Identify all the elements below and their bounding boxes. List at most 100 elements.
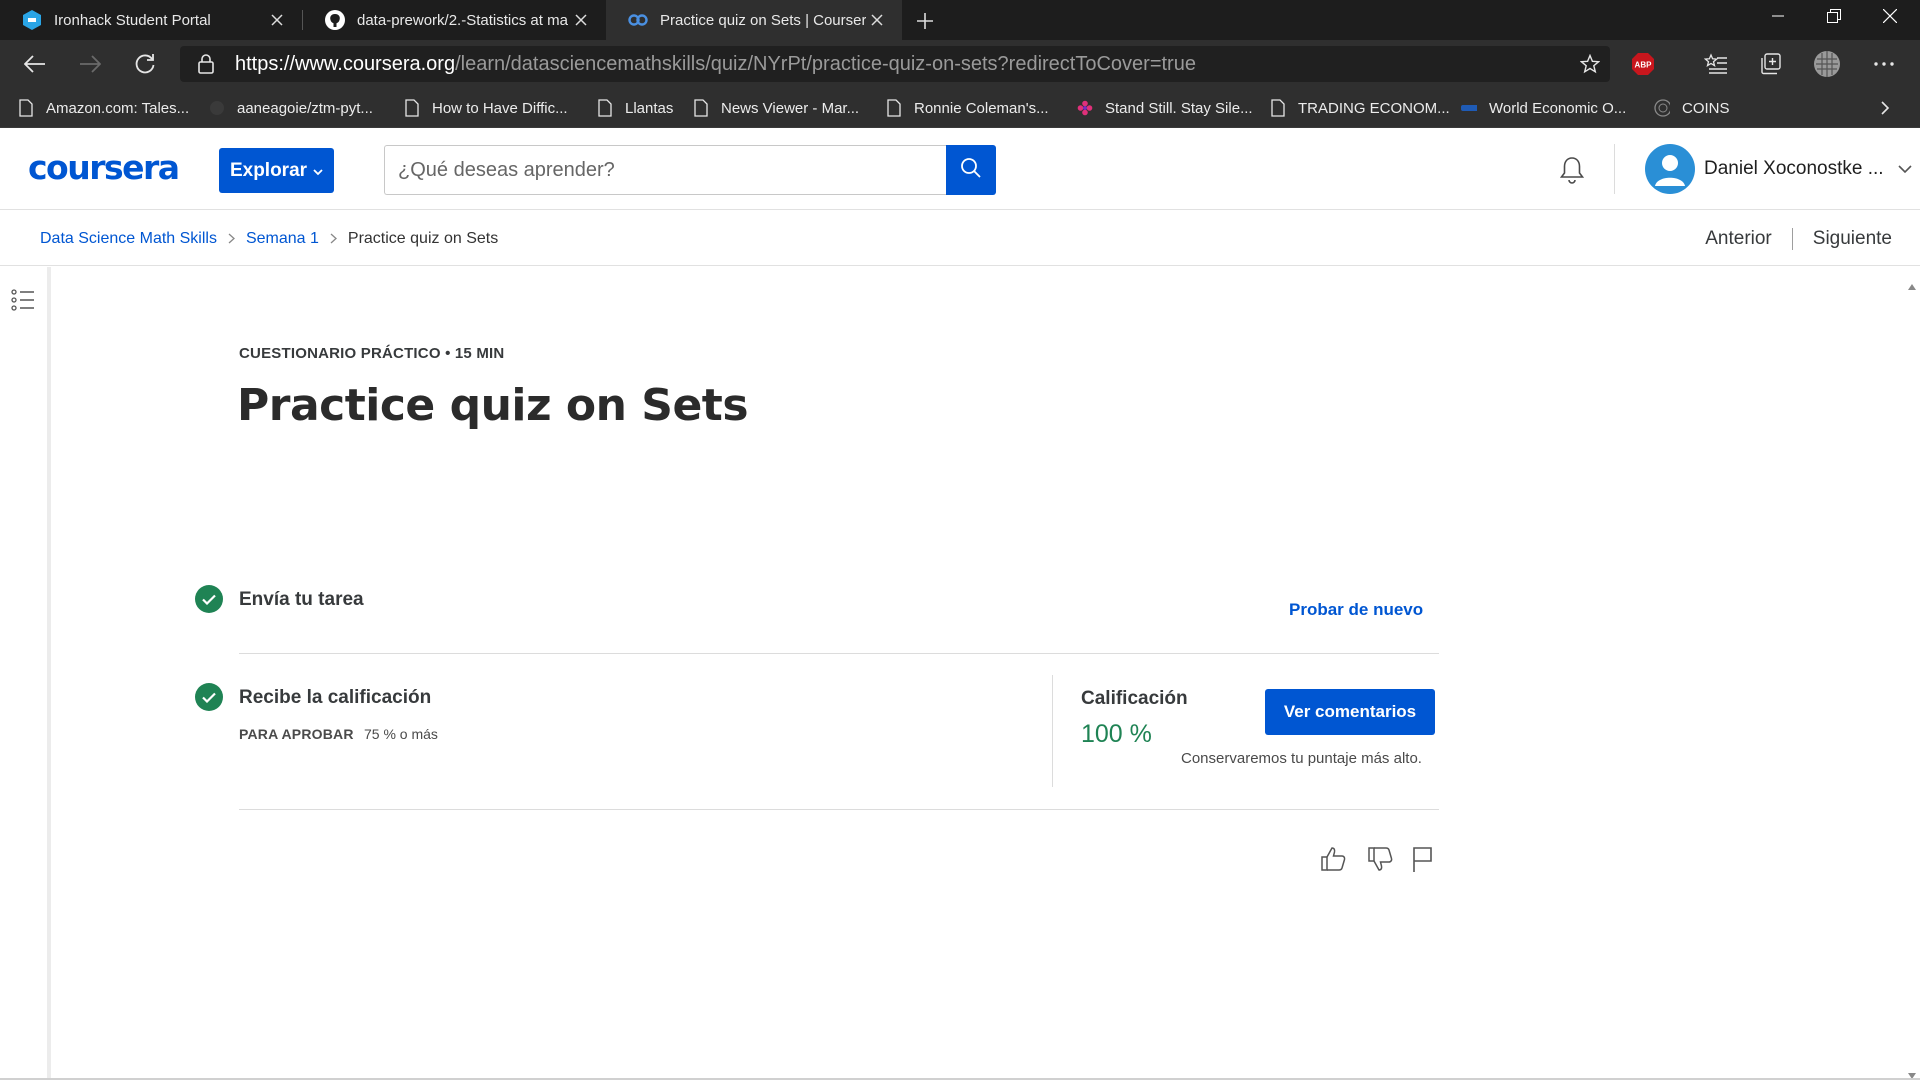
close-tab-icon[interactable] xyxy=(866,9,888,31)
coursera-icon xyxy=(628,10,648,30)
checkmark-icon xyxy=(195,585,223,613)
tab-title: data-prework/2.-Statistics at ma xyxy=(357,11,568,29)
previous-link[interactable]: Anterior xyxy=(1705,228,1772,250)
favorite-star-icon[interactable] xyxy=(1579,53,1601,79)
tab-title: Practice quiz on Sets | Coursera xyxy=(660,11,866,29)
bookmark-label: aaneagoie/ztm-pyt... xyxy=(237,99,373,117)
bookmark-label: World Economic O... xyxy=(1489,99,1627,117)
chevron-right-icon xyxy=(228,233,235,244)
lock-icon[interactable] xyxy=(198,54,214,79)
chevron-down-icon xyxy=(313,160,323,182)
bookmarks-bar: Amazon.com: Tales... aaneagoie/ztm-pyt..… xyxy=(0,88,1920,128)
flag-icon[interactable] xyxy=(1406,843,1438,875)
scroll-up-icon[interactable] xyxy=(1908,277,1916,290)
view-feedback-button[interactable]: Ver comentarios xyxy=(1265,689,1435,735)
flower-icon xyxy=(1077,99,1093,117)
reload-button[interactable] xyxy=(129,48,161,80)
bookmark-item[interactable]: Stand Still. Stay Sile... xyxy=(1077,88,1253,128)
chevron-down-icon xyxy=(1897,160,1912,178)
thumbs-up-icon[interactable] xyxy=(1317,843,1349,875)
divider xyxy=(239,809,1439,810)
page-icon xyxy=(18,99,34,117)
minimize-button[interactable] xyxy=(1750,0,1806,32)
profile-icon[interactable] xyxy=(1811,48,1843,80)
breadcrumb-week[interactable]: Semana 1 xyxy=(246,230,319,248)
bookmark-label: Amazon.com: Tales... xyxy=(46,99,190,117)
thumbs-down-icon[interactable] xyxy=(1364,843,1396,875)
breadcrumb-course[interactable]: Data Science Math Skills xyxy=(40,230,217,248)
search-button[interactable] xyxy=(946,145,996,195)
bookmark-label: Llantas xyxy=(625,99,674,117)
page-title: Practice quiz on Sets xyxy=(237,380,749,431)
next-link[interactable]: Siguiente xyxy=(1813,228,1892,250)
search-input[interactable] xyxy=(384,145,947,195)
pass-threshold-value: 75 % o más xyxy=(364,726,438,742)
notifications-bell-icon[interactable] xyxy=(1556,154,1588,186)
page-icon xyxy=(886,99,902,117)
table-of-contents-icon[interactable] xyxy=(11,289,35,316)
breadcrumb: Data Science Math Skills Semana 1 Practi… xyxy=(40,211,498,266)
scrollbar[interactable] xyxy=(1904,267,1920,1080)
github-icon xyxy=(325,10,345,30)
bookmark-item[interactable]: COINS xyxy=(1654,88,1730,128)
retry-link[interactable]: Probar de nuevo xyxy=(1289,600,1423,620)
user-name: Daniel Xoconostke ... xyxy=(1704,158,1884,179)
bookmark-item[interactable]: Ronnie Coleman's... xyxy=(886,88,1049,128)
browser-tab-bar: Ironhack Student Portal data-prework/2.-… xyxy=(0,0,1920,40)
back-button[interactable] xyxy=(19,48,51,80)
bookmark-item[interactable]: aaneagoie/ztm-pyt... xyxy=(209,88,373,128)
favorites-list-icon[interactable] xyxy=(1700,48,1732,80)
page-icon xyxy=(1270,99,1286,117)
adblock-icon[interactable]: ABP xyxy=(1627,48,1659,80)
collections-icon[interactable] xyxy=(1755,48,1787,80)
coursera-logo[interactable]: coursera xyxy=(28,148,180,187)
chevron-right-icon xyxy=(330,233,337,244)
scroll-down-icon[interactable] xyxy=(1908,1066,1916,1079)
quiz-eyebrow: CUESTIONARIO PRÁCTICO • 15 MIN xyxy=(239,345,505,362)
bookmarks-overflow-chevron-icon[interactable] xyxy=(1880,88,1890,128)
bookmark-item[interactable]: World Economic O... xyxy=(1461,88,1626,128)
more-menu-icon[interactable] xyxy=(1868,48,1900,80)
bookmark-item[interactable]: TRADING ECONOM... xyxy=(1270,88,1450,128)
new-tab-button[interactable] xyxy=(912,8,938,34)
tab-title: Ironhack Student Portal xyxy=(54,11,211,29)
breadcrumb-current: Practice quiz on Sets xyxy=(347,229,499,247)
url-text[interactable]: https://www.coursera.org/learn/datascien… xyxy=(235,46,1196,82)
forward-button[interactable] xyxy=(74,48,106,80)
close-window-button[interactable] xyxy=(1862,0,1918,32)
bookmark-label: News Viewer - Mar... xyxy=(721,99,860,117)
header-divider xyxy=(1614,144,1615,194)
svg-text:ABP: ABP xyxy=(1635,61,1653,70)
explore-button[interactable]: Explorar xyxy=(219,148,334,193)
bookmark-label: Stand Still. Stay Sile... xyxy=(1105,99,1253,117)
bookmark-item[interactable]: Llantas xyxy=(597,88,673,128)
keep-highest-note: Conservaremos tu puntaje más alto. xyxy=(1181,750,1422,767)
coins-icon xyxy=(1654,99,1670,117)
close-tab-icon[interactable] xyxy=(266,9,288,31)
restore-button[interactable] xyxy=(1806,0,1862,32)
user-menu[interactable]: Daniel Xoconostke ... xyxy=(1645,143,1912,195)
bookmark-label: TRADING ECONOM... xyxy=(1298,99,1450,117)
address-bar[interactable]: https://www.coursera.org/learn/datascien… xyxy=(180,46,1610,82)
imf-icon xyxy=(1461,99,1477,117)
tab-github[interactable]: data-prework/2.-Statistics at ma xyxy=(303,0,606,40)
tab-ironhack[interactable]: Ironhack Student Portal xyxy=(0,0,302,40)
site-header: coursera Explorar Daniel Xoconostke ... xyxy=(0,128,1920,210)
avatar xyxy=(1645,144,1695,194)
page-icon xyxy=(597,99,613,117)
step-submit-title: Envía tu tarea xyxy=(239,589,364,610)
item-navigation: Anterior Siguiente xyxy=(1705,211,1892,266)
tab-coursera[interactable]: Practice quiz on Sets | Coursera xyxy=(606,0,902,40)
nav-divider xyxy=(1791,227,1793,250)
explore-label: Explorar xyxy=(229,159,308,181)
search-icon xyxy=(960,157,982,184)
bookmark-item[interactable]: Amazon.com: Tales... xyxy=(18,88,189,128)
url-host: www.coursera.org xyxy=(295,53,456,75)
close-tab-icon[interactable] xyxy=(570,9,592,31)
url-path: /learn/datasciencemathskills/quiz/NYrPt/… xyxy=(455,53,1196,75)
divider xyxy=(239,653,1439,654)
bookmark-item[interactable]: How to Have Diffic... xyxy=(404,88,568,128)
ironhack-icon xyxy=(22,10,42,30)
grade-label: Calificación xyxy=(1081,688,1188,709)
bookmark-item[interactable]: News Viewer - Mar... xyxy=(693,88,859,128)
